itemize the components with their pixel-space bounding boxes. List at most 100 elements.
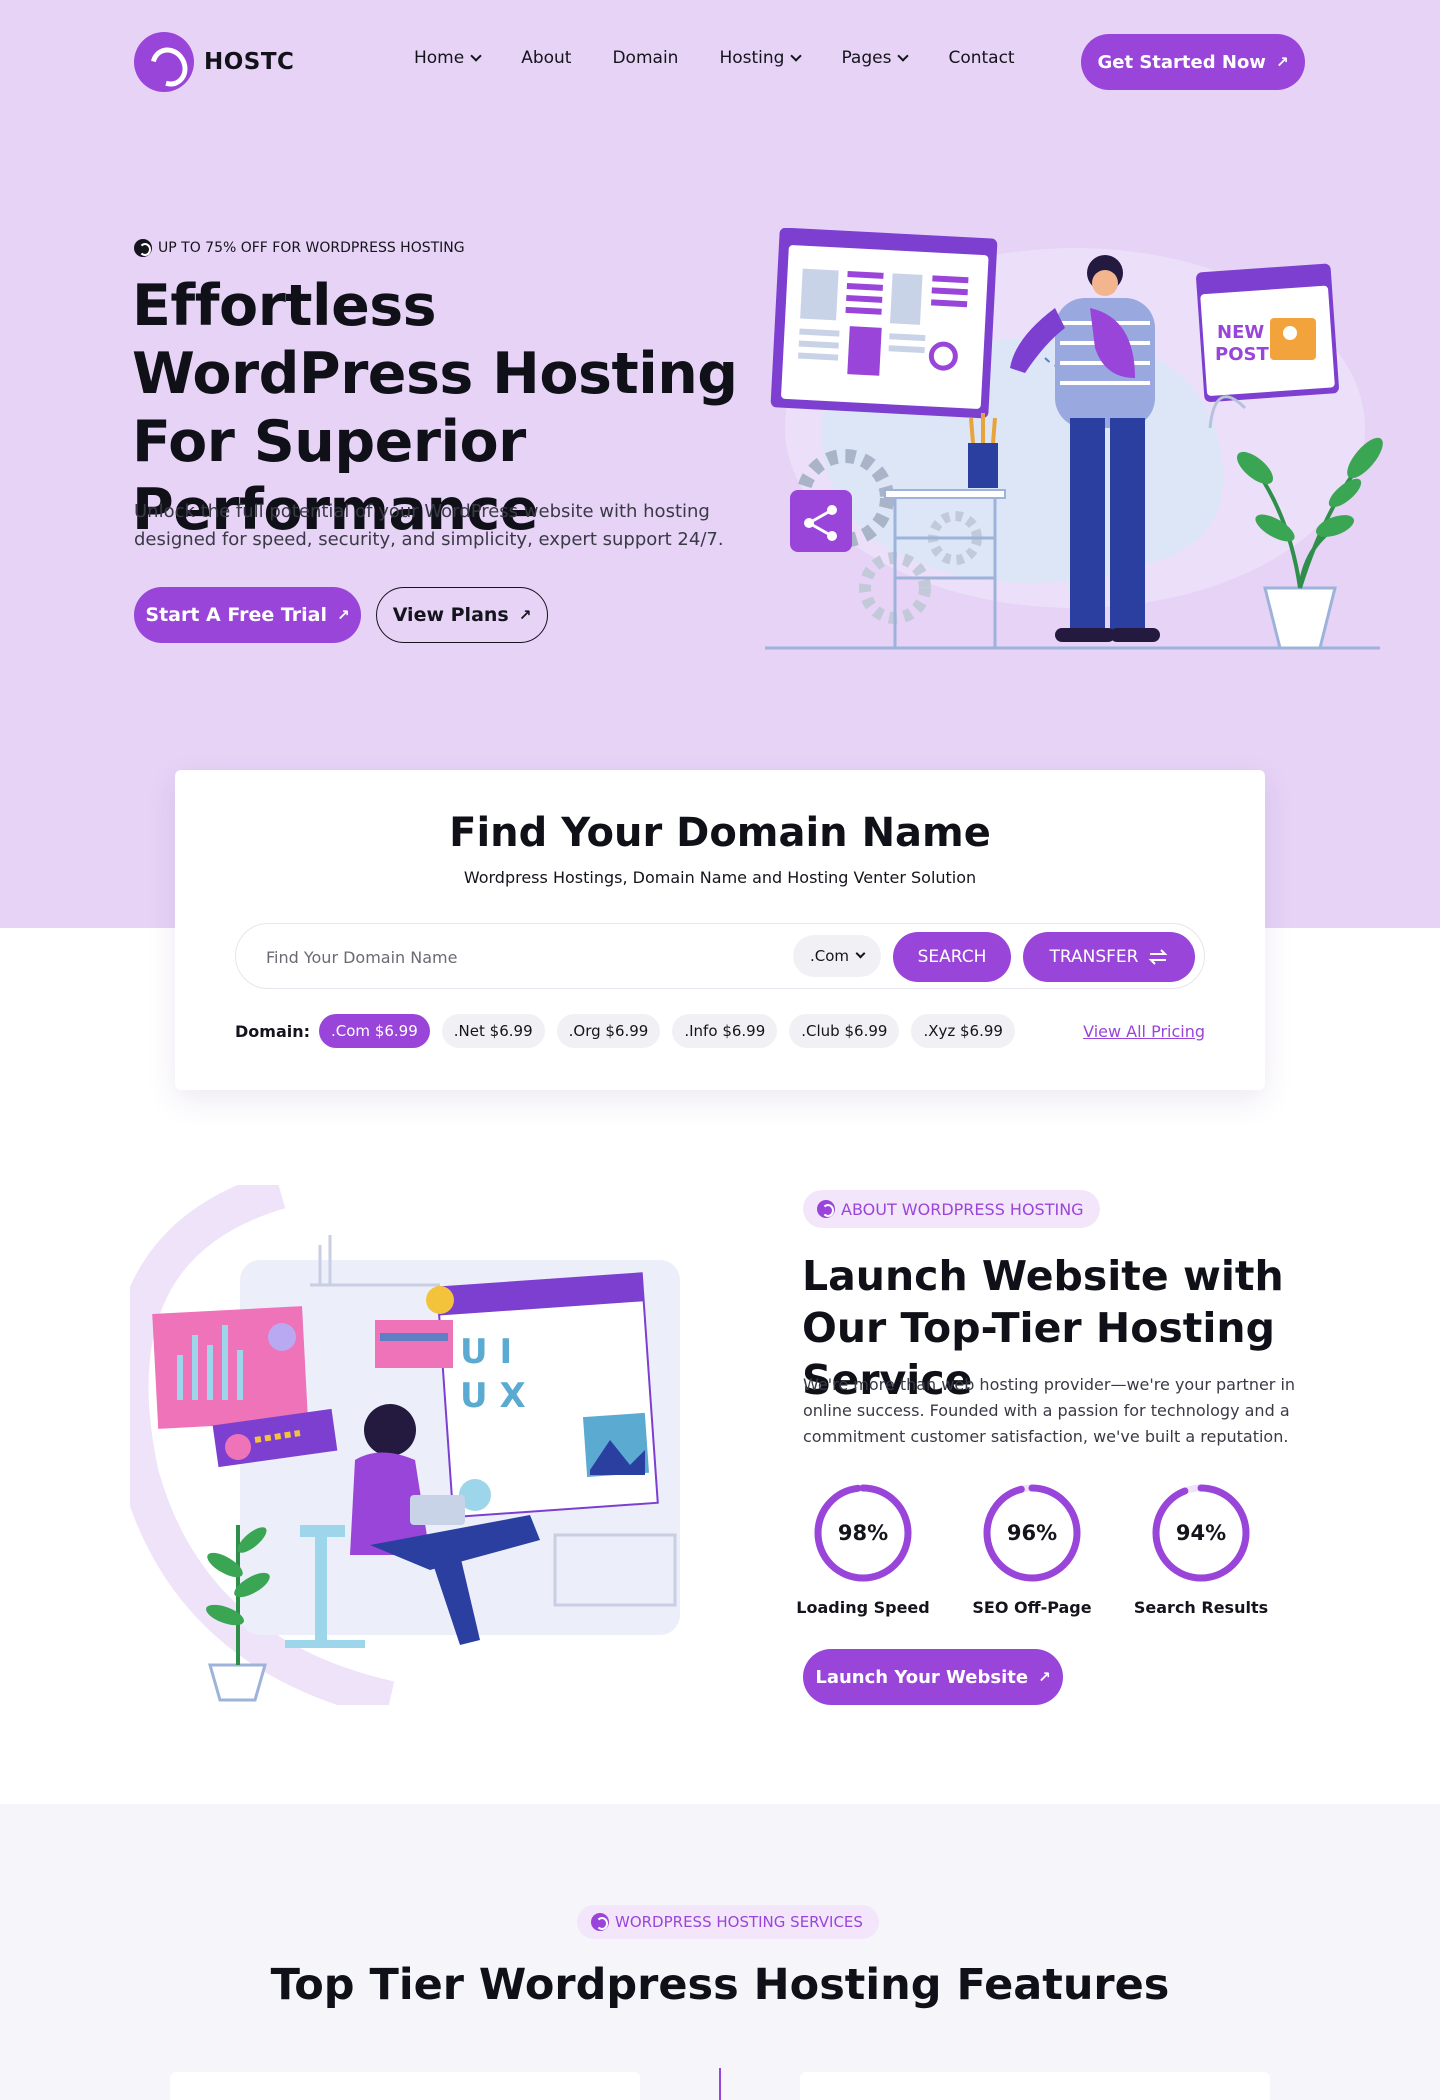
progress-ring: 96%	[981, 1482, 1083, 1584]
domain-title: Find Your Domain Name	[449, 810, 991, 856]
button-label: Launch Your Website	[815, 1666, 1029, 1688]
features-section-badge: WORDPRESS HOSTING SERVICES	[577, 1905, 879, 1939]
tld-name: .Info	[684, 1022, 718, 1040]
feature-card	[170, 2072, 640, 2100]
tld-price: $6.99	[960, 1022, 1003, 1040]
stat-loading-speed: 98% Loading Speed	[793, 1482, 933, 1617]
launch-website-button[interactable]: Launch Your Website ↗	[803, 1649, 1063, 1705]
hero-eyebrow: UP TO 75% OFF FOR WORDPRESS HOSTING	[134, 239, 465, 257]
logo-icon	[134, 32, 194, 92]
button-label: Start A Free Trial	[145, 604, 327, 626]
button-label: View Plans	[392, 604, 509, 626]
button-label: SEARCH	[917, 947, 987, 967]
badge-text: ABOUT WORDPRESS HOSTING	[841, 1199, 1084, 1219]
transfer-button[interactable]: TRANSFER	[1023, 932, 1195, 982]
nav-item-contact[interactable]: Contact	[948, 48, 1014, 68]
hero-description: Unlock the full potential of your WordPr…	[134, 501, 724, 550]
arrow-up-right-icon: ↗	[337, 606, 350, 624]
chevron-down-icon	[790, 49, 803, 62]
tld-price: $6.99	[844, 1022, 888, 1040]
stat-value: 96%	[1006, 1521, 1058, 1545]
button-label: Get Started Now	[1097, 51, 1266, 73]
nav-label: Pages	[841, 48, 892, 68]
domain-price-row: Domain: .Com $6.99 .Net $6.99 .Org $6.99…	[235, 1013, 1205, 1049]
about-section-badge: ABOUT WORDPRESS HOSTING	[803, 1190, 1100, 1228]
feature-divider	[719, 2068, 721, 2100]
nav-label: Contact	[948, 48, 1015, 68]
tld-selected-value: .Com	[809, 947, 850, 965]
nav-item-domain[interactable]: Domain	[612, 48, 678, 68]
nav-item-hosting[interactable]: Hosting	[719, 48, 803, 68]
view-all-pricing-link[interactable]: View All Pricing	[1083, 1022, 1205, 1041]
tld-name: .Xyz	[923, 1022, 956, 1040]
brand-name: HOSTC	[204, 49, 295, 75]
tld-price-com[interactable]: .Com $6.99	[319, 1014, 430, 1048]
domain-prices-label: Domain:	[235, 1021, 311, 1041]
tld-price-net[interactable]: .Net $6.99	[441, 1014, 545, 1048]
tld-price: $6.99	[489, 1022, 533, 1040]
arrow-up-right-icon: ↗	[1275, 53, 1289, 71]
domain-search-bar: .Com SEARCH TRANSFER	[235, 923, 1205, 989]
illustration-text: POST	[1215, 344, 1269, 365]
brand-mini-icon	[591, 1913, 609, 1931]
domain-search-card: Find Your Domain Name Wordpress Hostings…	[175, 770, 1265, 1090]
illustration-text: U X	[460, 1376, 526, 1416]
main-menu: Home About Domain Hosting Pages Contact	[414, 48, 1056, 68]
domain-search-input[interactable]	[266, 942, 766, 972]
button-label: TRANSFER	[1049, 947, 1139, 967]
features-section-background	[0, 1804, 1440, 2100]
search-button[interactable]: SEARCH	[893, 932, 1011, 982]
stat-label: SEO Off-Page	[972, 1598, 1092, 1617]
brand-logo[interactable]: HOSTC	[134, 32, 294, 92]
tld-price: $6.99	[605, 1022, 649, 1040]
chevron-down-icon	[855, 948, 866, 959]
badge-text: WORDPRESS HOSTING SERVICES	[615, 1913, 863, 1931]
start-free-trial-button[interactable]: Start A Free Trial ↗	[134, 587, 361, 643]
nav-label: Domain	[612, 48, 679, 68]
stat-seo-off-page: 96% SEO Off-Page	[962, 1482, 1102, 1617]
chevron-down-icon	[897, 49, 910, 62]
get-started-button[interactable]: Get Started Now ↗	[1081, 34, 1305, 90]
stat-search-results: 94% Search Results	[1131, 1482, 1271, 1617]
tld-name: .Com	[331, 1022, 371, 1040]
illustration-text: NEW	[1217, 322, 1264, 343]
nav-item-about[interactable]: About	[521, 48, 571, 68]
about-description: We're more than web hosting provider—we'…	[803, 1375, 1296, 1446]
features-title: Top Tier Wordpress Hosting Features	[270, 1960, 1170, 2010]
stat-label: Search Results	[1133, 1598, 1269, 1617]
progress-ring: 98%	[812, 1482, 914, 1584]
progress-ring: 94%	[1150, 1482, 1252, 1584]
tld-price-info[interactable]: .Info $6.99	[672, 1014, 778, 1048]
arrow-up-right-icon: ↗	[1038, 1668, 1051, 1686]
eyebrow-text: UP TO 75% OFF FOR WORDPRESS HOSTING	[158, 240, 465, 256]
stat-label: Loading Speed	[796, 1598, 930, 1617]
tld-name: .Club	[801, 1022, 840, 1040]
top-navigation: HOSTC Home About Domain Hosting Pages Co…	[0, 0, 1440, 124]
tld-select[interactable]: .Com	[793, 935, 881, 977]
stat-value: 98%	[837, 1521, 889, 1545]
brand-mini-icon	[817, 1200, 835, 1218]
nav-label: Hosting	[719, 48, 785, 68]
feature-card	[800, 2072, 1270, 2100]
brand-mini-icon	[134, 239, 152, 257]
tld-name: .Org	[568, 1022, 601, 1040]
tld-price-club[interactable]: .Club $6.99	[789, 1014, 900, 1048]
tld-price: $6.99	[374, 1022, 418, 1040]
about-illustration: U I U X	[130, 1185, 680, 1705]
hero-illustration: NEW POST	[765, 228, 1383, 650]
nav-item-home[interactable]: Home	[414, 48, 482, 68]
tld-name: .Net	[453, 1022, 485, 1040]
tld-price: $6.99	[722, 1022, 766, 1040]
tld-price-xyz[interactable]: .Xyz $6.99	[911, 1014, 1015, 1048]
chevron-down-icon	[470, 49, 482, 62]
stat-value: 94%	[1175, 1521, 1227, 1545]
tld-price-org[interactable]: .Org $6.99	[556, 1014, 661, 1048]
illustration-text: U I	[460, 1332, 512, 1372]
nav-label: About	[521, 48, 572, 68]
domain-subtitle: Wordpress Hostings, Domain Name and Host…	[463, 868, 977, 887]
arrow-up-right-icon: ↗	[518, 606, 532, 624]
view-plans-button[interactable]: View Plans ↗	[376, 587, 548, 643]
nav-item-pages[interactable]: Pages	[841, 48, 910, 68]
transfer-arrows-icon	[1149, 949, 1168, 965]
nav-label: Home	[414, 48, 465, 68]
